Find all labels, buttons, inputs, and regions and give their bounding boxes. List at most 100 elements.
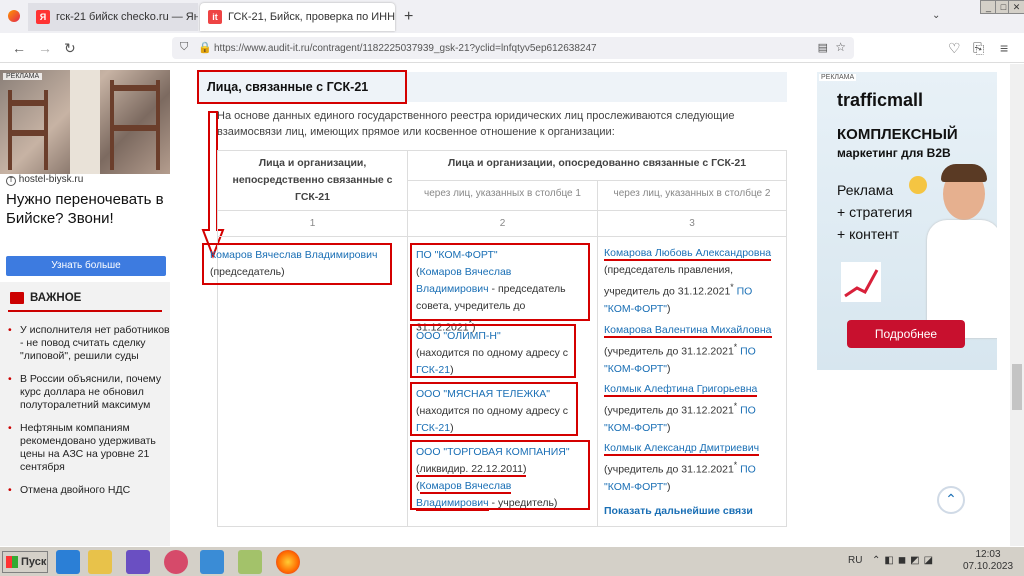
ad-headline: КОМПЛЕКСНЫЙ xyxy=(837,126,958,143)
person-link[interactable]: Комаров Вячеслав Владимирович xyxy=(210,249,377,261)
news-block: ВАЖНОЕ У исполнителя нет работников - не… xyxy=(0,282,170,546)
col1-header: Лица и организации, непосредственно связ… xyxy=(217,150,408,211)
col2-entry: ООО "ОЛИМП-Н" (находится по одному адрес… xyxy=(410,324,576,378)
col3-subheader: через лиц, указанных в столбце 2 xyxy=(597,180,787,211)
more-button[interactable]: Подробнее xyxy=(847,320,965,348)
tray-icons[interactable]: ⌃◧◼◩◪ xyxy=(872,555,937,566)
extensions-icon[interactable]: ⎘ xyxy=(973,40,984,57)
clock[interactable]: 12:03 07.10.2023 xyxy=(956,549,1020,573)
windows-logo-icon xyxy=(6,556,18,568)
left-column: РЕКЛАМА T hostel-biysk.ru Нужно переноче… xyxy=(0,64,170,546)
col3-entry: Колмык Александр Дмитриевич (учредитель … xyxy=(604,442,760,493)
col3-entry: Колмык Алефтина Григорьевна (учредитель … xyxy=(604,383,758,434)
audit-it-icon: it xyxy=(208,10,222,24)
tab-audit-it[interactable]: it ГСК-21, Бийск, проверка по ИНН ✕ xyxy=(200,3,395,31)
relations-table: Лица и организации, непосредственно связ… xyxy=(202,150,787,527)
firefox-menu-icon[interactable] xyxy=(8,10,20,22)
close-window-button[interactable]: ✕ xyxy=(1008,0,1024,14)
col3-entry: Комарова Валентина Михайловна (учредител… xyxy=(604,324,772,375)
bookmark-star-icon[interactable]: ☆ xyxy=(835,40,846,54)
folder-icon[interactable] xyxy=(88,550,112,574)
org-link[interactable]: ООО "МЯСНАЯ ТЕЛЕЖКА" xyxy=(416,388,550,400)
ie-icon[interactable] xyxy=(56,550,80,574)
ad-subheadline: маркетинг для B2B xyxy=(837,146,951,160)
ad-text: + стратегия xyxy=(837,204,913,220)
taskbar: Пуск RU ⌃◧◼◩◪ 12:03 07.10.2023 xyxy=(0,546,1024,576)
paint-icon[interactable] xyxy=(238,550,262,574)
ad-brand: trafficmall xyxy=(837,90,924,110)
org-link[interactable]: ООО "ТОРГОВАЯ КОМПАНИЯ" xyxy=(416,446,570,458)
person-link[interactable]: Комарова Валентина Михайловна xyxy=(604,324,772,338)
page-content: РЕКЛАМА T hostel-biysk.ru Нужно переноче… xyxy=(0,64,1010,546)
liquidation-note: (ликвидир. 22.12.2011) xyxy=(416,463,527,477)
person-photo xyxy=(921,164,997,338)
reload-icon[interactable]: ↻ xyxy=(64,40,76,57)
ad-badge: РЕКЛАМА xyxy=(819,74,857,81)
tab-label: ГСК-21, Бийск, проверка по ИНН xyxy=(228,11,395,23)
start-button[interactable]: Пуск xyxy=(2,551,48,573)
person-role: (председатель) xyxy=(210,266,285,278)
image-viewer-icon[interactable] xyxy=(200,550,224,574)
news-title: ВАЖНОЕ xyxy=(30,292,82,304)
pocket-icon[interactable]: ♡ xyxy=(948,40,961,57)
col1-entry: Комаров Вячеслав Владимирович (председат… xyxy=(202,243,392,285)
col-number: 3 xyxy=(597,210,787,237)
scroll-up-button[interactable]: ⌃ xyxy=(937,486,965,514)
news-item[interactable]: Нефтяным компаниям рекомендовано удержив… xyxy=(0,422,170,474)
forward-icon[interactable]: → xyxy=(38,40,52,56)
tab-yandex[interactable]: Я гск-21 бийск checko.ru — Яндекс ✕ xyxy=(28,3,198,31)
col2-subheader: через лиц, указанных в столбце 1 xyxy=(407,180,598,211)
yandex-icon: Я xyxy=(36,10,50,24)
news-item[interactable]: Отмена двойного НДС xyxy=(0,484,170,497)
org-link[interactable]: ООО "ОЛИМП-Н" xyxy=(416,330,501,342)
ad-text: Реклама xyxy=(837,182,894,198)
show-more-link[interactable]: Показать дальнейшие связи xyxy=(604,503,753,520)
tab-label: гск-21 бийск checko.ru — Яндекс xyxy=(56,11,198,23)
learn-more-button[interactable]: Узнать больше xyxy=(6,256,166,276)
info-icon: T xyxy=(6,176,16,186)
person-link[interactable]: Комарова Любовь Александровна xyxy=(604,247,772,261)
news-item[interactable]: У исполнителя нет работников - не повод … xyxy=(0,324,170,363)
col-number: 2 xyxy=(407,210,598,237)
org-link[interactable]: ПО "КОМ-ФОРТ" xyxy=(416,249,498,261)
news-item[interactable]: В России объяснили, почему курс доллара … xyxy=(0,373,170,412)
col2-entry: ПО "КОМ-ФОРТ" (Комаров Вячеслав Владимир… xyxy=(410,243,590,334)
hostel-ad-image[interactable]: РЕКЛАМА xyxy=(0,70,170,174)
scrollbar-thumb[interactable] xyxy=(1012,364,1022,410)
menu-icon[interactable]: ≡ xyxy=(1000,40,1008,56)
firefox-icon[interactable] xyxy=(276,550,300,574)
ad-domain[interactable]: T hostel-biysk.ru xyxy=(6,174,83,186)
url-bar[interactable]: ⛉ 🔒 https://www.audit-it.ru/contragent/1… xyxy=(172,37,854,59)
org-link[interactable]: ГСК-21 xyxy=(416,422,450,434)
language-indicator[interactable]: RU xyxy=(848,555,862,566)
person-link[interactable]: Колмык Александр Дмитриевич xyxy=(604,442,760,456)
col3-cell: Комарова Любовь Александровна (председат… xyxy=(597,236,787,527)
right-column: РЕКЛАМА trafficmall КОМПЛЕКСНЫЙ маркетин… xyxy=(787,64,1010,546)
main-content: Лица, связанные с ГСК-21 На основе данны… xyxy=(197,64,787,546)
tab-bar: Я гск-21 бийск checko.ru — Яндекс ✕ it Г… xyxy=(0,0,1024,33)
ad-text[interactable]: Нужно переночевать в Бийске? Звони! xyxy=(6,190,168,228)
col2-cell: ПО "КОМ-ФОРТ" (Комаров Вячеслав Владимир… xyxy=(407,236,598,527)
col2-entry: ООО "МЯСНАЯ ТЕЛЕЖКА" (находится по одном… xyxy=(410,382,578,436)
app-icon[interactable] xyxy=(164,550,188,574)
col23-header: Лица и организации, опосредованно связан… xyxy=(407,150,787,181)
url-text[interactable]: https://www.audit-it.ru/contragent/11822… xyxy=(214,43,597,54)
new-tab-button[interactable]: + xyxy=(404,8,413,26)
org-link[interactable]: ГСК-21 xyxy=(416,364,450,376)
lock-icon[interactable]: 🔒 xyxy=(198,41,212,54)
col-number: 1 xyxy=(217,210,408,237)
section-title: Лица, связанные с ГСК-21 xyxy=(197,70,407,104)
col2-entry: ООО "ТОРГОВАЯ КОМПАНИЯ" (ликвидир. 22.12… xyxy=(410,440,590,511)
media-icon[interactable] xyxy=(126,550,150,574)
col1-cell: Комаров Вячеслав Владимирович (председат… xyxy=(202,236,408,527)
shield-icon[interactable]: ⛉ xyxy=(180,41,188,54)
person-link[interactable]: Колмык Алефтина Григорьевна xyxy=(604,383,758,397)
ad-badge: РЕКЛАМА xyxy=(3,73,43,80)
scrollbar[interactable] xyxy=(1010,64,1024,546)
tab-list-icon[interactable]: ⌄ xyxy=(932,10,940,21)
trafficmall-ad[interactable]: РЕКЛАМА trafficmall КОМПЛЕКСНЫЙ маркетин… xyxy=(817,72,997,370)
back-icon[interactable]: ← xyxy=(12,40,26,56)
reader-icon[interactable]: ▤ xyxy=(818,41,828,54)
growth-chart-icon xyxy=(841,262,881,302)
news-icon xyxy=(10,292,24,304)
